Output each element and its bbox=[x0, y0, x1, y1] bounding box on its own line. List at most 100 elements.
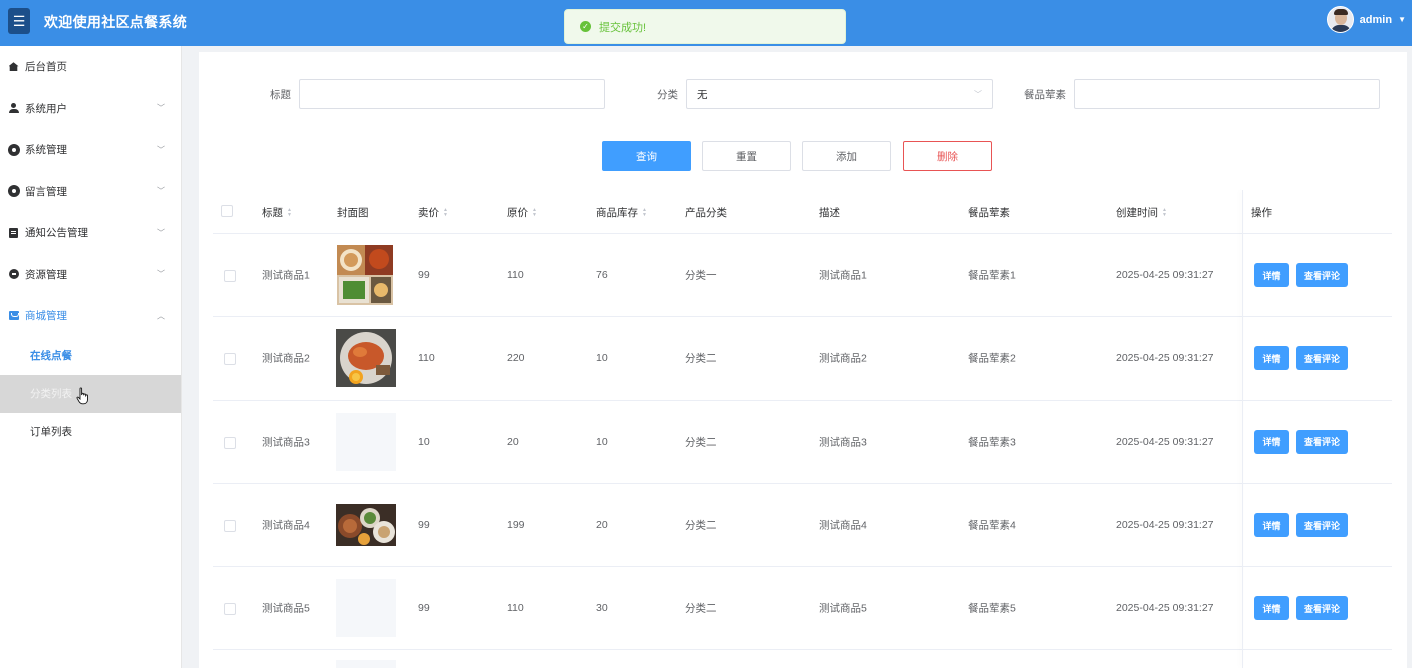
avatar[interactable] bbox=[1326, 6, 1354, 33]
user-menu[interactable]: admin ▼ bbox=[1326, 6, 1406, 33]
sidebar-item-label: 通知公告管理 bbox=[25, 227, 88, 240]
view-comments-button[interactable]: 查看评论 bbox=[1296, 429, 1348, 454]
column-cover: 封面图 bbox=[337, 207, 369, 219]
sidebar-item-shop[interactable]: 商城管理 ︿ bbox=[0, 295, 181, 337]
food-photo-4 bbox=[336, 504, 396, 547]
chevron-down-icon: ﹀ bbox=[157, 269, 165, 279]
cell-price: 99 bbox=[418, 269, 430, 282]
hand-cursor-icon bbox=[76, 387, 88, 405]
add-button[interactable]: 添加 bbox=[802, 141, 891, 171]
column-actions: 操作 bbox=[1251, 207, 1272, 219]
cell-category: 分类二 bbox=[685, 436, 717, 449]
query-button[interactable]: 查询 bbox=[602, 141, 691, 171]
sidebar-item-label: 商城管理 bbox=[25, 310, 67, 323]
cell-created-time: 2025-04-25 09:31:27 bbox=[1116, 435, 1214, 448]
cell-stock: 76 bbox=[596, 269, 608, 282]
cell-created-time: 2025-04-25 09:31:27 bbox=[1116, 352, 1214, 365]
fixed-column-divider bbox=[1242, 190, 1243, 668]
document-icon bbox=[8, 227, 19, 238]
cell-created-time: 2025-04-25 09:31:27 bbox=[1116, 519, 1214, 532]
chevron-down-icon: ﹀ bbox=[157, 145, 165, 155]
row-checkbox[interactable] bbox=[224, 353, 236, 366]
food-photo-1 bbox=[337, 245, 393, 306]
chevron-down-icon[interactable]: ▼ bbox=[1398, 15, 1406, 24]
view-comments-button[interactable]: 查看评论 bbox=[1296, 346, 1348, 371]
cell-meat-veg: 餐品荤素3 bbox=[968, 436, 1016, 449]
sort-icon[interactable]: ▲ ▼ bbox=[443, 207, 448, 218]
cell-category: 分类一 bbox=[685, 269, 717, 282]
sidebar-item-resources[interactable]: 资源管理 ﹀ bbox=[0, 254, 181, 296]
select-all-checkbox[interactable] bbox=[221, 205, 233, 217]
table-row: 测试商品5 99 110 30 分类二 测试商品5 餐品荤素5 2025-04-… bbox=[213, 567, 1392, 651]
detail-button[interactable]: 详情 bbox=[1254, 429, 1289, 454]
cell-meat-veg: 餐品荤素4 bbox=[968, 519, 1016, 532]
empty-image-placeholder bbox=[336, 660, 396, 668]
chevron-down-icon: ﹀ bbox=[157, 103, 165, 113]
meat-veg-input[interactable] bbox=[1074, 79, 1380, 109]
table-row: 测试商品3 10 20 10 分类二 测试商品3 餐品荤素3 2025-04-2… bbox=[213, 401, 1392, 484]
row-checkbox[interactable] bbox=[224, 436, 236, 449]
cell-category: 分类二 bbox=[685, 602, 717, 615]
detail-button[interactable]: 详情 bbox=[1254, 596, 1289, 621]
sidebar-item-label: 资源管理 bbox=[25, 268, 67, 281]
sidebar-item-system-users[interactable]: 系统用户 ﹀ bbox=[0, 88, 181, 130]
table-row: 测试商品2 110 220 10 分类二 测试商品2 餐品荤素2 2025-04… bbox=[213, 317, 1392, 401]
sort-icon[interactable]: ▲ ▼ bbox=[287, 207, 292, 218]
view-comments-button[interactable]: 查看评论 bbox=[1296, 596, 1348, 621]
sidebar-subitem-category-list[interactable]: 分类列表 bbox=[0, 374, 181, 413]
cell-category: 分类二 bbox=[685, 352, 717, 365]
search-form: 标题 分类 无 ﹀ 餐品荤素 bbox=[199, 79, 1407, 109]
column-price[interactable]: 卖价 ▲ ▼ bbox=[418, 205, 448, 220]
row-checkbox[interactable] bbox=[224, 270, 236, 282]
cell-stock: 10 bbox=[596, 435, 608, 448]
table-row-partial bbox=[213, 650, 1392, 668]
title-input[interactable] bbox=[299, 79, 605, 109]
username[interactable]: admin bbox=[1360, 14, 1392, 26]
category-select[interactable]: 无 ﹀ bbox=[686, 79, 993, 109]
sidebar-item-notices[interactable]: 通知公告管理 ﹀ bbox=[0, 212, 181, 254]
sort-icon[interactable]: ▲ ▼ bbox=[642, 207, 647, 218]
cell-created-time: 2025-04-25 09:31:27 bbox=[1116, 269, 1214, 282]
detail-button[interactable]: 详情 bbox=[1254, 513, 1289, 538]
food-photo-2 bbox=[336, 329, 396, 388]
main-panel: 标题 分类 无 ﹀ 餐品荤素 查询 重置 添加 删除 标题 ▲ ▼ 封面图 卖价 ▲ ▼… bbox=[199, 52, 1407, 668]
cell-meat-veg: 餐品荤素2 bbox=[968, 352, 1016, 365]
detail-button[interactable]: 详情 bbox=[1254, 263, 1289, 288]
toast-message: 提交成功! bbox=[599, 21, 647, 34]
chevron-down-icon: ﹀ bbox=[157, 228, 165, 238]
column-original-price[interactable]: 原价 ▲ ▼ bbox=[507, 205, 537, 220]
sort-icon[interactable]: ▲ ▼ bbox=[1162, 207, 1167, 218]
row-checkbox[interactable] bbox=[224, 519, 236, 532]
table-header: 标题 ▲ ▼ 封面图 卖价 ▲ ▼ 原价 ▲ ▼ 商品库存 ▲ ▼ 产品分类 描述 餐品荤素 创… bbox=[213, 190, 1392, 234]
cell-original-price: 110 bbox=[507, 602, 524, 615]
hamburger-icon[interactable]: ☰ bbox=[8, 8, 30, 34]
sidebar-item-messages[interactable]: 留言管理 ﹀ bbox=[0, 171, 181, 213]
cell-meat-veg: 餐品荤素1 bbox=[968, 269, 1016, 282]
success-toast: ✓ 提交成功! bbox=[564, 9, 846, 44]
column-stock[interactable]: 商品库存 ▲ ▼ bbox=[596, 205, 647, 220]
sidebar-subitem-online-order[interactable]: 在线点餐 bbox=[0, 336, 181, 375]
chevron-down-icon: ﹀ bbox=[974, 90, 982, 99]
column-title[interactable]: 标题 ▲ ▼ bbox=[262, 205, 292, 220]
app-title: 欢迎使用社区点餐系统 bbox=[44, 14, 187, 30]
sidebar-subitem-order-list[interactable]: 订单列表 bbox=[0, 412, 181, 451]
row-checkbox[interactable] bbox=[224, 603, 236, 616]
view-comments-button[interactable]: 查看评论 bbox=[1296, 263, 1348, 288]
cell-title: 测试商品3 bbox=[262, 436, 310, 449]
column-created-time[interactable]: 创建时间 ▲ ▼ bbox=[1116, 205, 1167, 220]
cell-title: 测试商品5 bbox=[262, 602, 310, 615]
sidebar-item-label: 后台首页 bbox=[25, 61, 67, 74]
delete-button[interactable]: 删除 bbox=[903, 141, 992, 171]
cell-stock: 10 bbox=[596, 352, 608, 365]
detail-button[interactable]: 详情 bbox=[1254, 346, 1289, 371]
cell-price: 110 bbox=[418, 352, 435, 365]
sidebar-item-home[interactable]: 后台首页 bbox=[0, 46, 181, 88]
resource-icon bbox=[8, 269, 19, 280]
cell-description: 测试商品4 bbox=[819, 519, 867, 532]
reset-button[interactable]: 重置 bbox=[702, 141, 791, 171]
cell-title: 测试商品2 bbox=[262, 352, 310, 365]
sort-icon[interactable]: ▲ ▼ bbox=[532, 207, 537, 218]
sidebar-item-system-management[interactable]: 系统管理 ﹀ bbox=[0, 129, 181, 171]
view-comments-button[interactable]: 查看评论 bbox=[1296, 513, 1348, 538]
column-meat-veg: 餐品荤素 bbox=[968, 207, 1010, 219]
